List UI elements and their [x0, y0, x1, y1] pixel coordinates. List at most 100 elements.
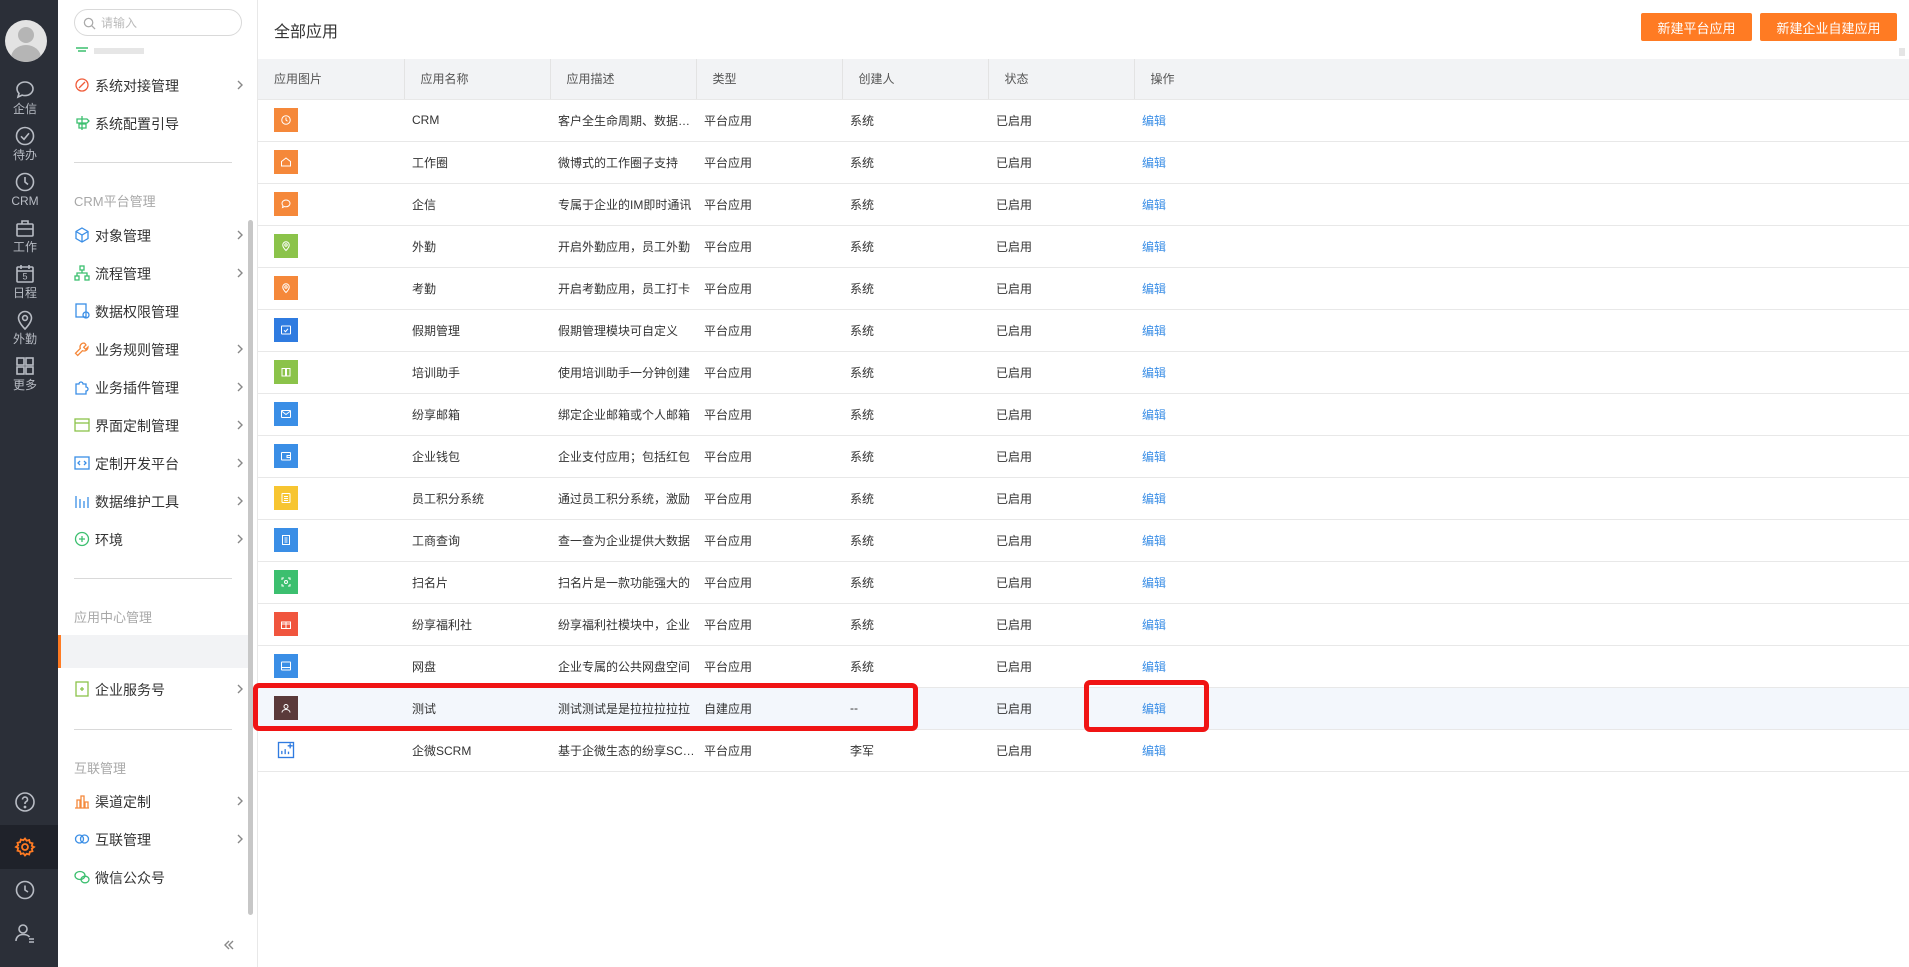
rail-item-1[interactable]: 待办 [0, 124, 50, 176]
sidebar-item-config-guide[interactable]: 系统配置引导 [74, 108, 246, 138]
sidebar-item-0-0[interactable]: 对象管理 [74, 220, 246, 250]
sidebar-scrollbar[interactable] [248, 220, 253, 915]
app-icon [274, 486, 298, 510]
help-icon[interactable] [13, 790, 37, 814]
table-row[interactable]: 考勤 开启考勤应用，员工打卡 平台应用 系统 已启用 编辑 [258, 267, 1909, 310]
sidebar-item-2-0[interactable]: 渠道定制 [74, 786, 246, 816]
cell-desc: 客户全生命周期、数据分析 [550, 99, 696, 142]
table-scroll-handle[interactable] [1899, 48, 1905, 56]
app-icon [274, 234, 298, 258]
edit-link[interactable]: 编辑 [1142, 408, 1166, 422]
edit-link[interactable]: 编辑 [1142, 240, 1166, 254]
cell-name: 扫名片 [404, 561, 550, 604]
edit-link[interactable]: 编辑 [1142, 492, 1166, 506]
edit-link[interactable]: 编辑 [1142, 744, 1166, 758]
rail-item-6[interactable]: 更多 [0, 354, 50, 406]
edit-link[interactable]: 编辑 [1142, 114, 1166, 128]
table-row[interactable]: 纷享邮箱 绑定企业邮箱或个人邮箱 平台应用 系统 已启用 编辑 [258, 393, 1909, 436]
table-row[interactable]: 扫名片 扫名片是一款功能强大的 平台应用 系统 已启用 编辑 [258, 561, 1909, 604]
page-title: 全部应用 [274, 24, 339, 41]
edit-link[interactable]: 编辑 [1142, 282, 1166, 296]
table-row[interactable]: 假期管理 假期管理模块可自定义 平台应用 系统 已启用 编辑 [258, 309, 1909, 352]
sidebar-item-1-1[interactable]: 企业服务号 [74, 674, 246, 704]
table-row[interactable]: 网盘 企业专属的公共网盘空间 平台应用 系统 已启用 编辑 [258, 645, 1909, 688]
chevron-right-icon [237, 534, 243, 544]
settings-gear-icon[interactable] [13, 835, 37, 859]
app-image-cell [258, 141, 404, 184]
app-icon [274, 528, 298, 552]
app-icon [274, 192, 298, 216]
cell-status: 已启用 [988, 225, 1134, 268]
cell-action: 编辑 [1134, 561, 1909, 604]
new-platform-app-button[interactable]: 新建平台应用 [1641, 13, 1752, 41]
table-row[interactable]: 培训助手 使用培训助手一分钟创建 平台应用 系统 已启用 编辑 [258, 351, 1909, 394]
edit-link[interactable]: 编辑 [1142, 198, 1166, 212]
table-row[interactable]: 员工积分系统 通过员工积分系统，激励 平台应用 系统 已启用 编辑 [258, 477, 1909, 520]
table-row[interactable]: 纷享福利社 纷享福利社模块中，企业 平台应用 系统 已启用 编辑 [258, 603, 1909, 646]
sidebar-item-system-integration[interactable]: 系统对接管理 [74, 70, 246, 100]
grid-icon [16, 357, 34, 375]
sidebar-item-0-3[interactable]: 业务规则管理 [74, 334, 246, 364]
app-icon [274, 318, 298, 342]
sidebar-item-2-2[interactable]: 微信公众号 [74, 862, 246, 892]
app-icon [274, 276, 298, 300]
rail-item-4[interactable]: 5 日程 [0, 262, 50, 314]
user-avatar[interactable] [5, 20, 47, 62]
cell-type: 平台应用 [696, 435, 842, 478]
new-enterprise-app-button[interactable]: 新建企业自建应用 [1760, 13, 1897, 41]
table-row[interactable]: 工作圈 微博式的工作圈子支持 平台应用 系统 已启用 编辑 [258, 141, 1909, 184]
cell-type: 平台应用 [696, 309, 842, 352]
sidebar-item-0-6[interactable]: 定制开发平台 [74, 448, 246, 478]
sidebar-search[interactable] [74, 9, 242, 36]
edit-link[interactable]: 编辑 [1142, 660, 1166, 674]
cell-name: 企微SCRM [404, 729, 550, 772]
sidebar-item-2-1[interactable]: 互联管理 [74, 824, 246, 854]
puzzle-icon [75, 381, 89, 395]
cell-desc: 开启考勤应用，员工打卡 [550, 267, 696, 310]
edit-link[interactable]: 编辑 [1142, 324, 1166, 338]
rail-item-0[interactable]: 企信 [0, 78, 50, 130]
table-row[interactable]: 企信 专属于企业的IM即时通讯 平台应用 系统 已启用 编辑 [258, 183, 1909, 226]
cell-name: 工作圈 [404, 141, 550, 184]
rail-item-label: 外勤 [12, 332, 37, 346]
wallet-icon [281, 452, 291, 461]
table-row[interactable]: CRM 客户全生命周期、数据分析 平台应用 系统 已启用 编辑 [258, 99, 1909, 142]
chart-plus-icon [277, 741, 295, 759]
sidebar-item-0-7[interactable]: 数据维护工具 [74, 486, 246, 516]
edit-link[interactable]: 编辑 [1142, 618, 1166, 632]
app-image-cell [258, 729, 404, 772]
home-icon [281, 157, 291, 167]
rail-item-3[interactable]: 工作 [0, 216, 50, 268]
user-profile-icon[interactable] [13, 921, 37, 945]
table-row[interactable]: 企微SCRM 基于企微生态的纷享SCRM 平台应用 李军 已启用 编辑 [258, 729, 1909, 772]
app-image-cell [258, 225, 404, 268]
rail-item-5[interactable]: 外勤 [0, 308, 50, 360]
table-row[interactable]: 企业钱包 企业支付应用；包括红包 平台应用 系统 已启用 编辑 [258, 435, 1909, 478]
sidebar-section-title: CRM平台管理 [74, 194, 156, 209]
sidebar-item-0-1[interactable]: 流程管理 [74, 258, 246, 288]
sidebar-item-0-5[interactable]: 界面定制管理 [74, 410, 246, 440]
cell-name: 员工积分系统 [404, 477, 550, 520]
sidebar-item-0-2[interactable]: 数据权限管理 [74, 296, 246, 326]
cell-status: 已启用 [988, 183, 1134, 226]
edit-link[interactable]: 编辑 [1142, 156, 1166, 170]
table-row[interactable]: 工商查询 查一查为企业提供大数据 平台应用 系统 已启用 编辑 [258, 519, 1909, 562]
data-permission-icon [75, 303, 90, 319]
edit-link[interactable]: 编辑 [1142, 366, 1166, 380]
sidebar-item-0-8[interactable]: 环境 [74, 524, 246, 554]
edit-link[interactable]: 编辑 [1142, 576, 1166, 590]
sidebar-item-0-4[interactable]: 业务插件管理 [74, 372, 246, 402]
table-row[interactable]: 外勤 开启外勤应用，员工外勤 平台应用 系统 已启用 编辑 [258, 225, 1909, 268]
rail-item-2[interactable]: CRM [0, 170, 50, 222]
collapse-sidebar-icon[interactable] [222, 938, 236, 952]
history-clock-icon[interactable] [13, 878, 37, 902]
app-icon [274, 738, 298, 762]
sidebar-search-input[interactable] [101, 13, 236, 32]
chevron-right-icon [237, 834, 243, 844]
cell-name: 网盘 [404, 645, 550, 688]
layout-icon [74, 418, 90, 432]
search-icon [83, 17, 96, 30]
sidebar-divider [74, 578, 232, 579]
edit-link[interactable]: 编辑 [1142, 450, 1166, 464]
edit-link[interactable]: 编辑 [1142, 534, 1166, 548]
